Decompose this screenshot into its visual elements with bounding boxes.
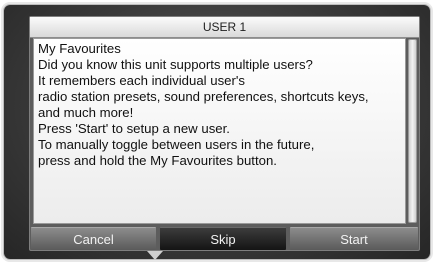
message-line: To manually toggle between users in the …: [38, 137, 315, 152]
message-line: and much more!: [38, 105, 134, 120]
selection-pointer-icon: [147, 251, 163, 260]
message-line: It remembers each individual user's: [38, 73, 246, 88]
button-bar: Cancel Skip Start: [30, 227, 419, 250]
user-dialog: USER 1 My Favourites Did you know this u…: [29, 16, 420, 251]
dialog-title: USER 1: [30, 17, 419, 38]
message-line: Did you know this unit supports multiple…: [38, 57, 313, 72]
message-line: Press 'Start' to setup a new user.: [38, 121, 230, 136]
dialog-message: My Favourites Did you know this unit sup…: [33, 38, 406, 224]
message-line: My Favourites: [38, 41, 121, 56]
start-button[interactable]: Start: [290, 227, 418, 250]
cancel-button[interactable]: Cancel: [31, 227, 156, 250]
scrollbar[interactable]: [408, 39, 417, 223]
skip-button[interactable]: Skip: [160, 227, 286, 250]
message-line: press and hold the My Favourites button.: [38, 153, 277, 168]
message-line: radio station presets, sound preferences…: [38, 89, 369, 104]
